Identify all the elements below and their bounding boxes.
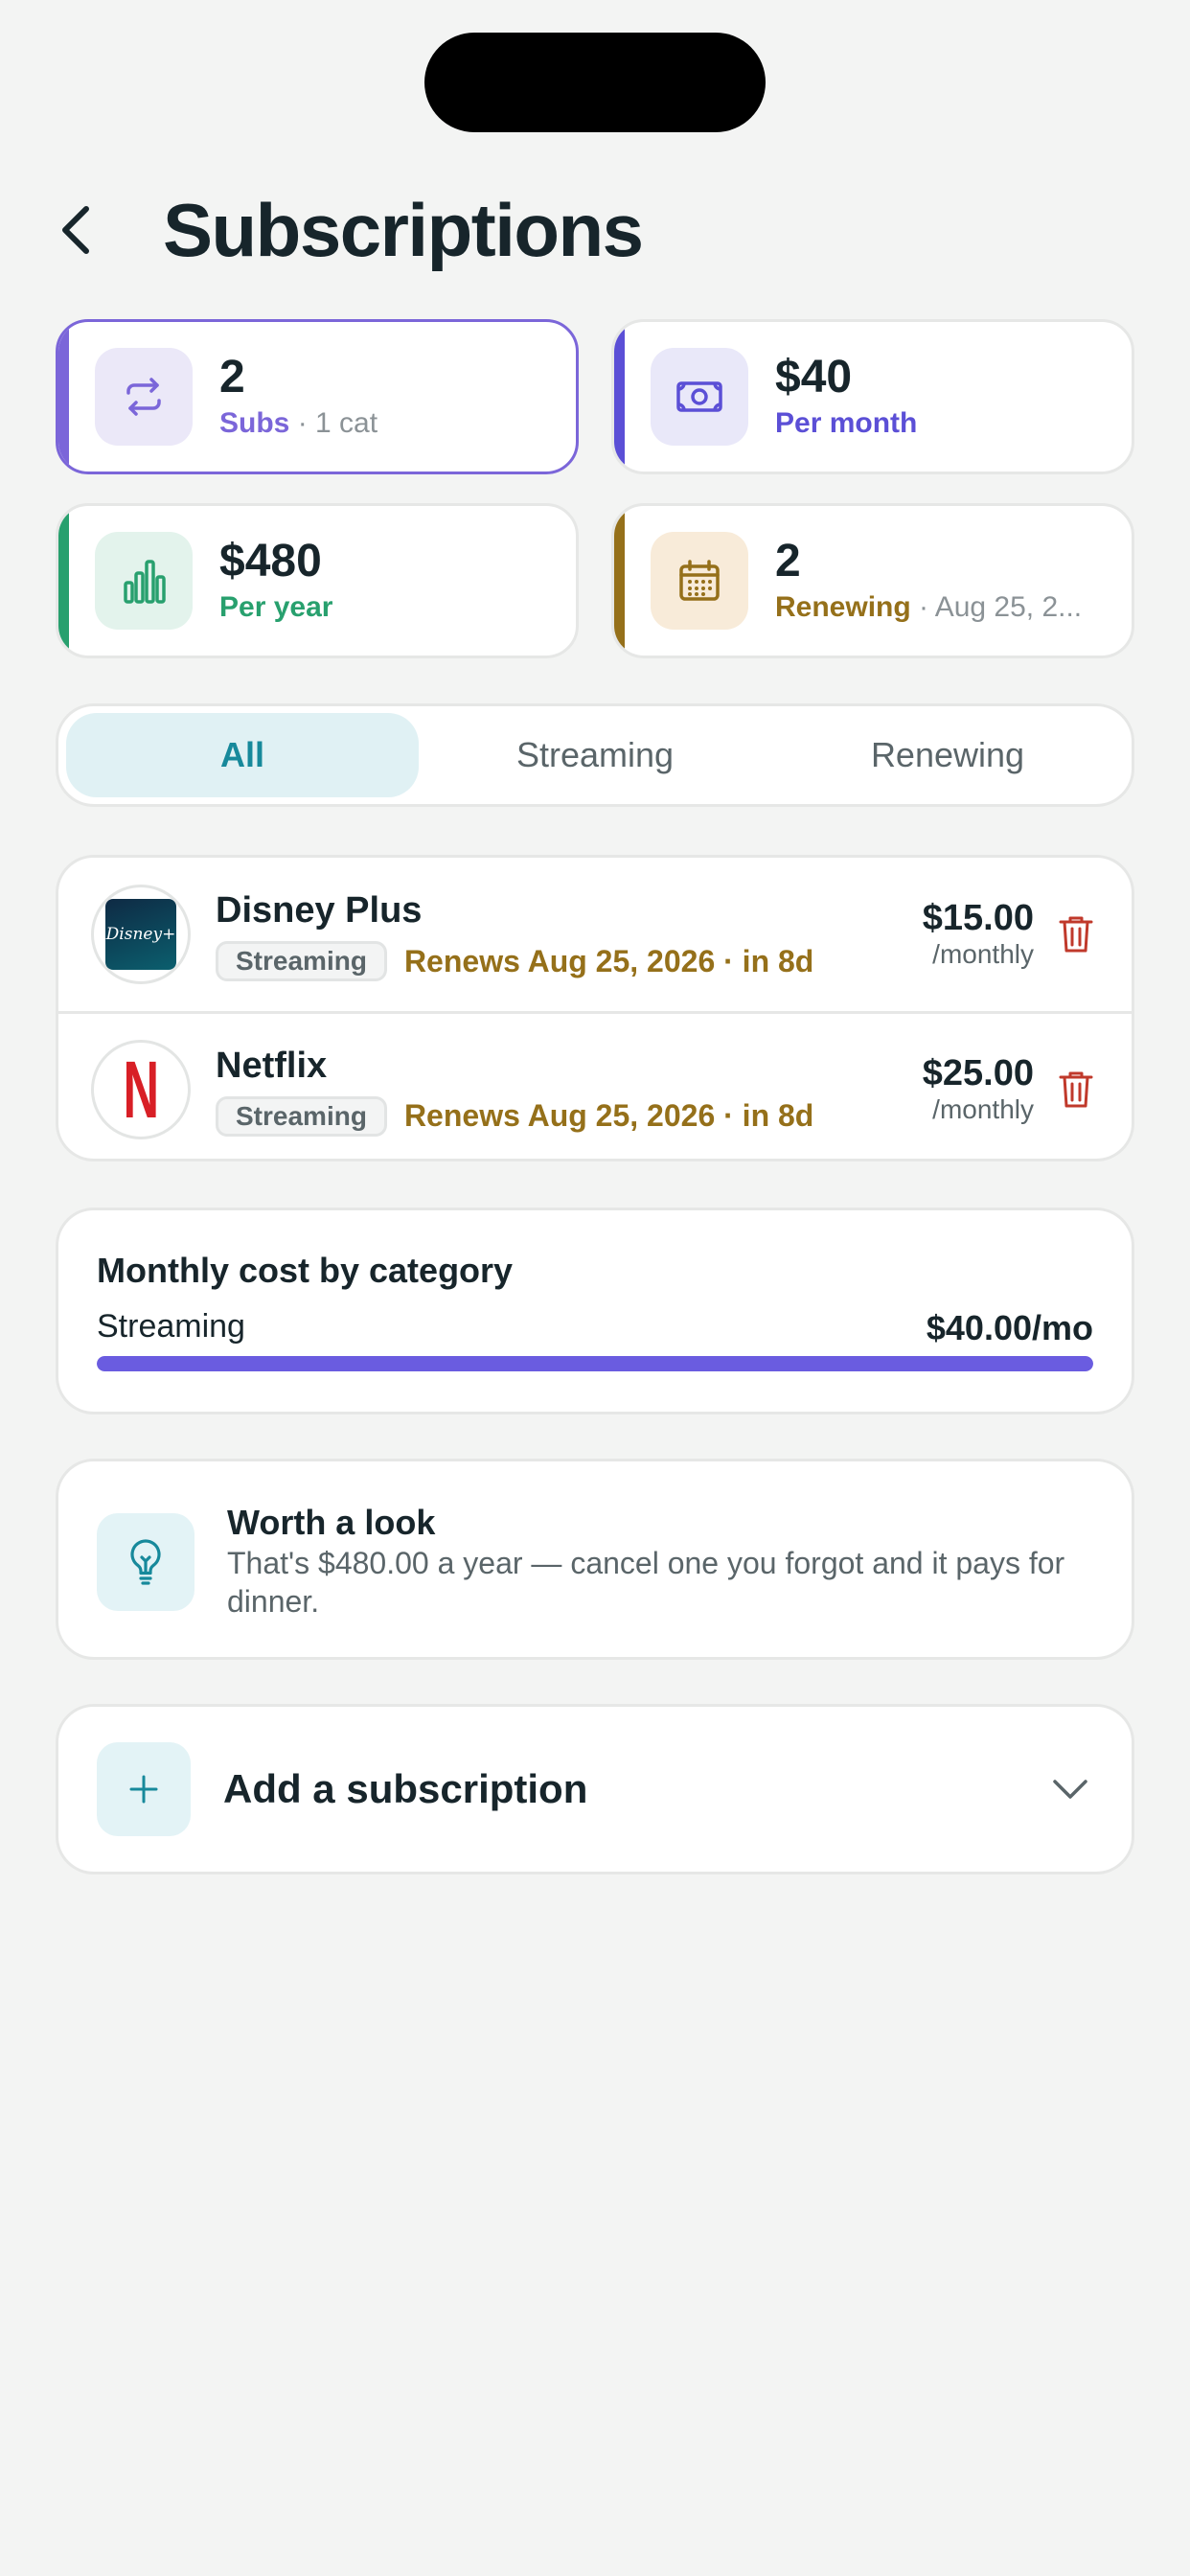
page-header: Subscriptions: [57, 182, 644, 278]
stat-label: Per year: [219, 591, 333, 623]
billing-period: /monthly: [932, 1093, 1034, 1124]
add-subscription-button[interactable]: Add a subscription: [56, 1704, 1134, 1874]
trash-icon[interactable]: [1055, 1067, 1097, 1113]
dynamic-island: [424, 33, 766, 132]
calendar-icon: [651, 532, 748, 630]
filter-tabs: All Streaming Renewing: [56, 703, 1134, 807]
subscription-list: Disney+ Disney Plus Streaming Renews Aug…: [56, 855, 1134, 1162]
stat-detail: · Aug 25, 2...: [919, 591, 1083, 623]
cost-card-title: Monthly cost by category: [97, 1251, 514, 1290]
disney-plus-logo: Disney+: [91, 885, 191, 984]
disney-plus-logo-text: Disney+: [105, 925, 176, 944]
trash-icon[interactable]: [1055, 911, 1097, 957]
renewal-date: Renews Aug 25, 2026 · in 8d: [403, 1098, 814, 1133]
subscription-name: Netflix: [216, 1045, 328, 1086]
netflix-logo-text: N: [123, 1044, 159, 1135]
cost-by-category-card: Monthly cost by category Streaming $40.0…: [56, 1208, 1134, 1414]
stat-label-text: Subs: [219, 407, 290, 439]
back-button[interactable]: [57, 192, 115, 268]
stat-value: 2: [775, 536, 801, 586]
category-label: Streaming: [97, 1308, 245, 1345]
bar-chart-icon: [95, 532, 193, 630]
stat-value: $40: [775, 352, 853, 402]
tab-renewing[interactable]: Renewing: [771, 713, 1124, 797]
add-subscription-label: Add a subscription: [223, 1766, 588, 1811]
category-progress-track: [97, 1356, 1093, 1371]
subscription-name: Disney Plus: [216, 890, 423, 931]
stat-label: Per month: [775, 407, 918, 439]
chevron-down-icon[interactable]: [1047, 1766, 1093, 1812]
page-title: Subscriptions: [163, 187, 644, 272]
plus-icon: [97, 1742, 191, 1836]
list-item[interactable]: N Netflix Streaming Renews Aug 25, 2026 …: [58, 1011, 1132, 1159]
stat-card-subs[interactable]: 2 Subs · 1 cat: [56, 319, 579, 474]
renewal-date: Renews Aug 25, 2026 · in 8d: [403, 943, 814, 978]
stat-accent: [614, 506, 625, 656]
subscription-price: $15.00: [922, 898, 1034, 938]
repeat-icon: [95, 348, 193, 446]
tip-body: That's $480.00 a year — cancel one you f…: [227, 1546, 1065, 1619]
stat-accent: [614, 322, 625, 472]
category-progress-fill: [97, 1356, 1093, 1371]
stat-card-yearly[interactable]: $480 Per year: [56, 503, 579, 658]
tip-card: Worth a look That's $480.00 a year — can…: [56, 1459, 1134, 1660]
billing-period: /monthly: [932, 939, 1034, 969]
tab-all[interactable]: All: [66, 713, 419, 797]
banknote-icon: [651, 348, 748, 446]
subscription-price: $25.00: [922, 1052, 1034, 1093]
category-tag: Streaming: [216, 941, 387, 981]
chevron-left-icon: [62, 206, 89, 254]
stat-card-monthly[interactable]: $40 Per month: [611, 319, 1134, 474]
stat-detail: · 1 cat: [297, 407, 378, 439]
stat-accent: [58, 506, 69, 656]
stat-accent: [58, 322, 69, 472]
stat-label: Renewing · Aug 25, 2...: [775, 588, 1082, 627]
tab-streaming[interactable]: Streaming: [419, 713, 771, 797]
category-tag: Streaming: [216, 1095, 387, 1137]
list-item[interactable]: Disney+ Disney Plus Streaming Renews Aug…: [58, 858, 1132, 1011]
netflix-logo: N: [91, 1039, 191, 1139]
stat-value: 2: [219, 352, 245, 402]
stat-card-renewing[interactable]: 2 Renewing · Aug 25, 2...: [611, 503, 1134, 658]
stat-label: Subs · 1 cat: [219, 404, 378, 443]
category-cost: $40.00/mo: [926, 1308, 1093, 1347]
lightbulb-icon: [97, 1513, 195, 1611]
stat-value: $480: [219, 536, 322, 586]
tip-title: Worth a look: [227, 1503, 436, 1542]
stat-label-text: Renewing: [775, 591, 911, 623]
